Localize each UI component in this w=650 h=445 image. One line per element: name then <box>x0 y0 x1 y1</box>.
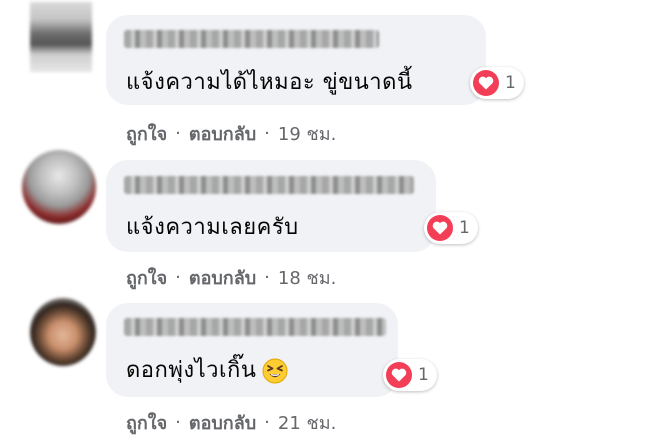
avatar[interactable] <box>30 298 96 366</box>
reaction-badge[interactable]: 1 <box>383 359 437 391</box>
author-name-blurred[interactable] <box>124 318 386 336</box>
comment-text: ดอกพุ่งไวเกิ๊น <box>126 352 288 387</box>
tired-face-emoji-icon <box>262 358 288 384</box>
reaction-count: 1 <box>418 365 429 385</box>
comment-actions: ถูกใจ · ตอบกลับ · 21 ชม. <box>126 408 336 437</box>
comment-text-label: ดอกพุ่งไวเกิ๊น <box>126 358 257 383</box>
heart-icon <box>386 362 412 388</box>
separator: · <box>175 412 181 433</box>
like-link[interactable]: ถูกใจ <box>126 408 167 437</box>
timestamp[interactable]: 21 ชม. <box>278 408 336 437</box>
comment-3: ดอกพุ่งไวเกิ๊น 1 ถูกใจ · ตอบกลับ · 21 ชม… <box>0 0 650 445</box>
separator: · <box>264 412 270 433</box>
reply-link[interactable]: ตอบกลับ <box>189 408 256 437</box>
